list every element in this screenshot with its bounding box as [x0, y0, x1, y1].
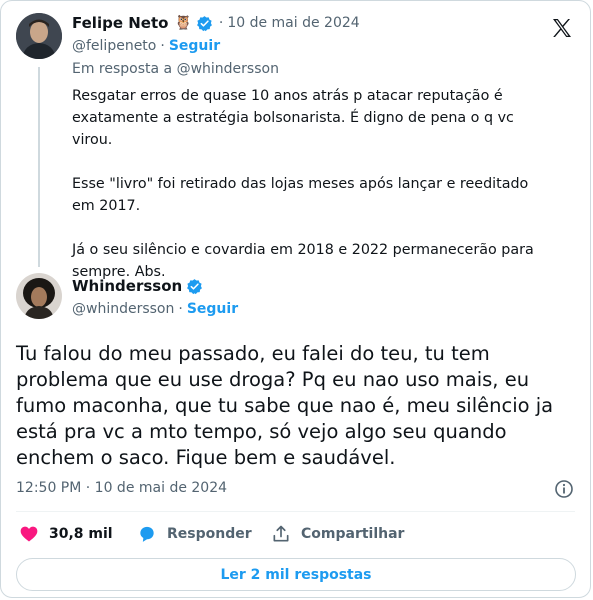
handle-separator: · — [160, 38, 165, 54]
main-tweet-text: Tu falou do meu passado, eu falei do teu… — [16, 342, 554, 469]
reply-button[interactable]: Responder — [137, 524, 252, 544]
handle-felipeneto[interactable]: @felipeneto — [72, 38, 156, 54]
main-tweet-handle-row: @whindersson · Seguir — [72, 301, 238, 317]
thread-connector-line — [38, 67, 40, 267]
avatar-whindersson[interactable] — [16, 273, 62, 319]
share-icon — [273, 525, 289, 542]
heart-icon — [20, 526, 38, 542]
reply-paragraph: Esse "livro" foi retirado das lojas mese… — [72, 176, 529, 214]
main-tweet-timestamp[interactable]: 12:50 PM · 10 de mai de 2024 — [16, 480, 227, 496]
read-replies-button[interactable]: Ler 2 mil respostas — [16, 558, 576, 591]
info-icon[interactable] — [554, 479, 574, 499]
date-separator: · — [218, 15, 224, 31]
follow-button-felipeneto[interactable]: Seguir — [169, 38, 220, 54]
owl-emoji-icon: 🦉 — [174, 15, 192, 31]
verified-badge-icon — [196, 15, 213, 32]
author-name-felipeneto[interactable]: Felipe Neto — [72, 14, 168, 32]
tweet-embed-card: Felipe Neto 🦉 · 10 de mai de 2024 @felip… — [0, 0, 591, 598]
divider — [16, 511, 575, 512]
reply-bubble-icon — [140, 526, 154, 542]
like-count: 30,8 mil — [49, 526, 113, 542]
handle-whindersson[interactable]: @whindersson — [72, 301, 174, 317]
x-logo-icon[interactable] — [550, 16, 574, 40]
share-label: Compartilhar — [301, 526, 405, 542]
like-button[interactable]: 30,8 mil — [19, 524, 113, 544]
reply-tweet-date[interactable]: 10 de mai de 2024 — [227, 15, 359, 31]
reply-label: Responder — [167, 526, 252, 542]
reply-tweet-handle-row: @felipeneto · Seguir — [72, 38, 220, 54]
share-button[interactable]: Compartilhar — [271, 524, 404, 544]
main-tweet-header: Whindersson — [72, 277, 203, 295]
reply-paragraph: Resgatar erros de quase 10 anos atrás p … — [72, 88, 514, 148]
verified-badge-icon — [186, 278, 203, 295]
reply-tweet-text: Resgatar erros de quase 10 anos atrás p … — [72, 85, 552, 305]
follow-button-whindersson[interactable]: Seguir — [187, 301, 238, 317]
avatar-felipeneto[interactable] — [16, 13, 62, 59]
reply-tweet-header: Felipe Neto 🦉 · 10 de mai de 2024 — [72, 14, 360, 32]
author-name-whindersson[interactable]: Whindersson — [72, 277, 182, 295]
handle-separator: · — [178, 301, 183, 317]
in-reply-to-label[interactable]: Em resposta a @whindersson — [72, 61, 279, 77]
